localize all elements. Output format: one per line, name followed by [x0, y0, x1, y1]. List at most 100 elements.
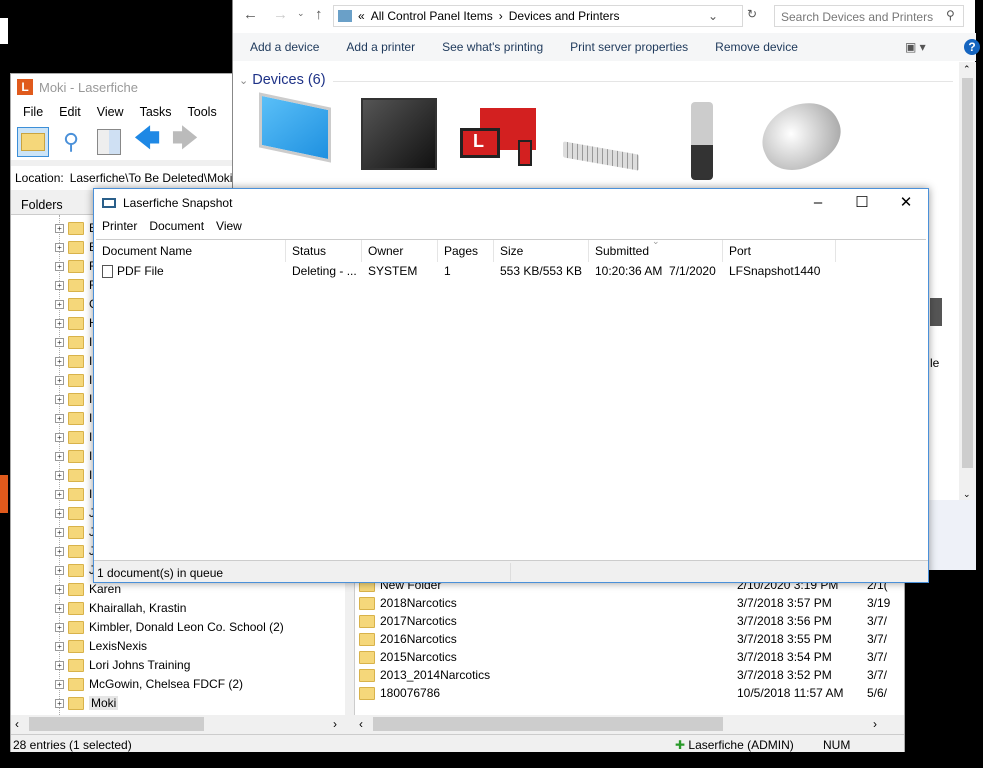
expand-icon[interactable]: +	[55, 565, 64, 575]
menu-printer[interactable]: Printer	[102, 219, 137, 233]
tree-item[interactable]: +E	[55, 238, 97, 256]
search-icon[interactable]: ⚲	[55, 127, 87, 157]
expand-icon[interactable]: +	[55, 394, 64, 404]
expand-icon[interactable]: +	[55, 318, 64, 328]
tree-item[interactable]: +F	[55, 276, 96, 294]
add-device-button[interactable]: Add a device	[250, 40, 319, 54]
see-whats-printing-button[interactable]: See what's printing	[442, 40, 543, 54]
tree-item[interactable]: +F	[55, 257, 96, 275]
tree-item[interactable]: + I	[55, 466, 92, 484]
expand-icon[interactable]: +	[55, 603, 64, 613]
column-header-port[interactable]: Port	[723, 240, 836, 262]
expand-icon[interactable]: +	[55, 375, 64, 385]
location-value[interactable]: Laserfiche\To Be Deleted\Moki	[69, 171, 233, 185]
refresh-icon[interactable]: ↻	[747, 7, 757, 21]
menu-tasks[interactable]: Tasks	[132, 105, 180, 119]
desktop-icon[interactable]	[0, 18, 8, 44]
address-dropdown-icon[interactable]: ⌄	[708, 9, 718, 23]
forward-icon[interactable]: 🡆	[169, 123, 201, 157]
mouse-device-icon[interactable]	[751, 90, 851, 182]
tree-item[interactable]: + I	[55, 447, 92, 465]
back-icon[interactable]: ←	[243, 6, 258, 23]
search-input[interactable]: Search Devices and Printers	[774, 5, 964, 27]
print-server-properties-button[interactable]: Print server properties	[570, 40, 688, 54]
column-header-owner[interactable]: Owner	[362, 240, 438, 262]
list-item[interactable]: 2015Narcotics 3/7/2018 3:54 PM 3/7/	[359, 648, 899, 666]
column-header-pages[interactable]: Pages	[438, 240, 494, 262]
help-icon[interactable]: ?	[964, 39, 980, 55]
column-header-size[interactable]: Size	[494, 240, 589, 262]
add-printer-button[interactable]: Add a printer	[346, 40, 415, 54]
tree-item[interactable]: + I	[55, 352, 92, 370]
monitor-device-icon[interactable]	[361, 98, 437, 170]
menu-view[interactable]: View	[89, 105, 132, 119]
breadcrumb-all-items[interactable]: All Control Panel Items	[371, 9, 493, 23]
devices-group-header[interactable]: ⌄ Devices (6)	[239, 72, 326, 88]
tree-item[interactable]: +H	[55, 314, 98, 332]
view-options-icon[interactable]: ▣ ▾	[905, 40, 926, 54]
expand-icon[interactable]: +	[55, 489, 64, 499]
column-header-document-name[interactable]: Document Name	[96, 240, 286, 262]
keyboard-device-icon[interactable]	[563, 141, 639, 171]
tree-item[interactable]: + I	[55, 390, 92, 408]
back-icon[interactable]: 🡄	[131, 123, 163, 157]
expand-icon[interactable]: +	[55, 679, 64, 689]
tree-item[interactable]: + LexisNexis	[55, 637, 147, 655]
expand-icon[interactable]: +	[55, 546, 64, 556]
expand-icon[interactable]: +	[55, 261, 64, 271]
close-button[interactable]: ✕	[884, 189, 928, 217]
tree-item[interactable]: + I	[55, 333, 92, 351]
up-icon[interactable]: ↑	[315, 6, 323, 23]
expand-icon[interactable]: +	[55, 527, 64, 537]
expand-icon[interactable]: +	[55, 451, 64, 461]
tree-item[interactable]: +E	[55, 219, 97, 237]
tree-item[interactable]: + J	[55, 504, 95, 522]
expand-icon[interactable]: +	[55, 242, 64, 252]
laserfiche-device-icon[interactable]: L	[458, 108, 538, 168]
microphone-device-icon[interactable]	[691, 102, 713, 180]
expand-icon[interactable]: +	[55, 413, 64, 423]
tree-item[interactable]: + I	[55, 485, 92, 503]
list-item[interactable]: 2013_2014Narcotics 3/7/2018 3:52 PM 3/7/	[359, 666, 899, 684]
tree-item[interactable]: + I	[55, 428, 92, 446]
list-item[interactable]: 180076786 10/5/2018 11:57 AM 5/6/	[359, 684, 899, 702]
maximize-button[interactable]: ☐	[840, 189, 884, 217]
forward-icon[interactable]: →	[273, 6, 288, 23]
expand-icon[interactable]: +	[55, 470, 64, 480]
tree-item[interactable]: + Moki	[55, 694, 119, 712]
menu-view[interactable]: View	[216, 219, 242, 233]
list-hscrollbar[interactable]: ‹ ›	[355, 715, 895, 733]
tree-item[interactable]: +G	[55, 295, 98, 313]
expand-icon[interactable]: +	[55, 280, 64, 290]
tree-item[interactable]: + J	[55, 542, 95, 560]
breadcrumb-devices[interactable]: Devices and Printers	[509, 9, 620, 23]
expand-icon[interactable]: +	[55, 299, 64, 309]
expand-icon[interactable]: +	[55, 660, 64, 670]
tree-item[interactable]: + J	[55, 561, 95, 579]
tree-item[interactable]: + Lori Johns Training	[55, 656, 190, 674]
menu-tools[interactable]: Tools	[180, 105, 225, 119]
expand-icon[interactable]: +	[55, 337, 64, 347]
folders-icon[interactable]	[17, 127, 49, 157]
tree-hscrollbar[interactable]: ‹ ›	[11, 715, 345, 733]
tree-item[interactable]: + Kimbler, Donald Leon Co. School (2)	[55, 618, 284, 636]
tree-item[interactable]: + I	[55, 409, 92, 427]
list-item[interactable]: 2016Narcotics 3/7/2018 3:55 PM 3/7/	[359, 630, 899, 648]
expand-icon[interactable]: +	[55, 356, 64, 366]
expand-icon[interactable]: +	[55, 641, 64, 651]
desktop-icon[interactable]	[0, 475, 8, 513]
tree-item[interactable]: + J	[55, 523, 95, 541]
menu-edit[interactable]: Edit	[51, 105, 89, 119]
recent-dropdown-icon[interactable]: ⌄	[297, 8, 305, 19]
expand-icon[interactable]: +	[55, 622, 64, 632]
menu-document[interactable]: Document	[149, 219, 204, 233]
address-bar[interactable]: « All Control Panel Items › Devices and P…	[333, 5, 743, 27]
expand-icon[interactable]: +	[55, 432, 64, 442]
expand-icon[interactable]: +	[55, 584, 64, 594]
list-item[interactable]: 2018Narcotics 3/7/2018 3:57 PM 3/19	[359, 594, 899, 612]
remove-device-button[interactable]: Remove device	[715, 40, 798, 54]
expand-icon[interactable]: +	[55, 698, 64, 708]
preview-pane-icon[interactable]	[93, 127, 125, 157]
expand-icon[interactable]: +	[55, 508, 64, 518]
column-header-status[interactable]: Status	[286, 240, 362, 262]
